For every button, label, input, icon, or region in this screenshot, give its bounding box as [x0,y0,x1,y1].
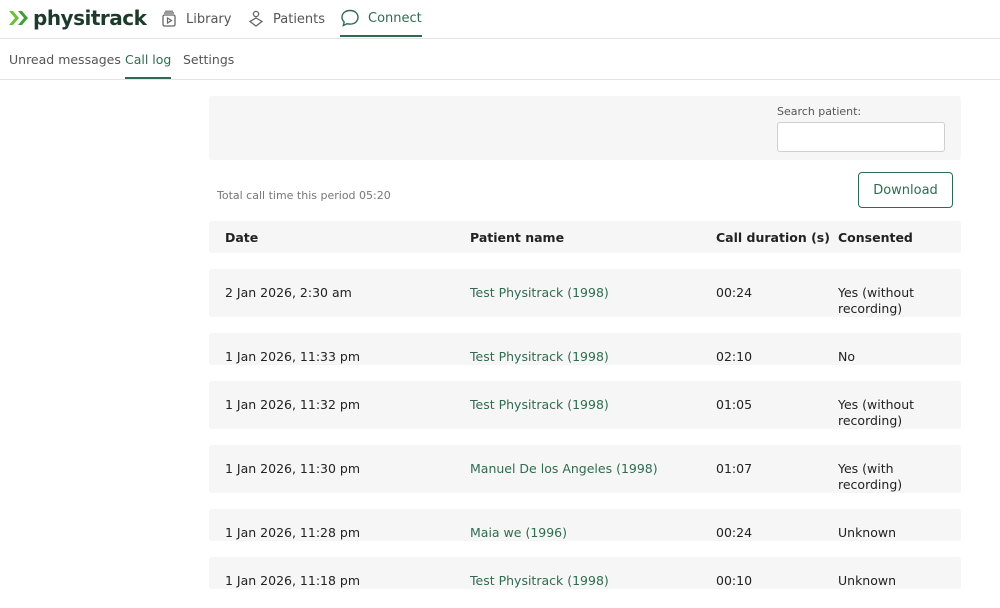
download-button[interactable]: Download [858,172,953,208]
patient-link[interactable]: Maia we (1996) [470,525,567,541]
library-icon [162,10,176,27]
call-duration: 00:24 [716,285,753,300]
table-row: 1 Jan 2026, 11:30 pm Manuel De los Angel… [209,445,961,493]
patient-link[interactable]: Test Physitrack (1998) [470,397,609,413]
patients-icon [248,10,264,27]
tab-unread-messages[interactable]: Unread messages [9,39,121,79]
total-call-time: Total call time this period 05:20 [217,189,391,202]
nav-patients[interactable]: Patients [247,0,325,38]
call-duration: 02:10 [716,349,753,364]
table-row: 1 Jan 2026, 11:18 pm Test Physitrack (19… [209,557,961,589]
call-date: 1 Jan 2026, 11:28 pm [225,525,361,540]
call-date: 1 Jan 2026, 11:32 pm [225,397,361,412]
search-patient-input[interactable] [777,122,945,152]
tab-settings[interactable]: Settings [183,39,234,79]
call-date: 1 Jan 2026, 11:18 pm [225,573,361,588]
call-duration: 01:05 [716,397,753,412]
header-date[interactable]: Date [225,230,258,246]
table-header-row: Date Patient name Call duration (s) Cons… [209,221,961,253]
patient-link[interactable]: Manuel De los Angeles (1998) [470,461,658,477]
brand-name: physitrack [33,6,147,30]
call-date: 1 Jan 2026, 11:30 pm [225,461,361,476]
search-panel: Search patient: [209,96,961,160]
consent-status: Unknown [838,573,897,588]
patient-link[interactable]: Test Physitrack (1998) [470,573,609,589]
header-patient-name[interactable]: Patient name [470,230,564,246]
nav-library[interactable]: Library [160,0,231,38]
nav-library-label: Library [186,11,232,27]
consent-status: Unknown [838,525,897,540]
physitrack-logo[interactable]: physitrack [8,5,147,31]
table-row: 1 Jan 2026, 11:32 pm Test Physitrack (19… [209,381,961,429]
consent-status: Yes (without recording) [838,285,915,316]
consent-status: Yes (with recording) [838,461,903,492]
search-patient-label: Search patient: [777,105,862,118]
top-navigation-bar: physitrack Library Patients Connect [0,0,1000,39]
consent-status: No [838,349,855,364]
table-row: 2 Jan 2026, 2:30 am Test Physitrack (199… [209,269,961,317]
table-row: 1 Jan 2026, 11:28 pm Maia we (1996) 00:2… [209,509,961,541]
call-duration: 01:07 [716,461,753,476]
nav-connect-label: Connect [368,10,422,26]
tab-call-log[interactable]: Call log [125,39,172,79]
chevrons-logo-icon [9,11,28,25]
nav-patients-label: Patients [273,11,326,27]
consent-status: Yes (without recording) [838,397,915,428]
patient-link[interactable]: Test Physitrack (1998) [470,285,609,301]
call-duration: 00:24 [716,525,753,540]
call-duration: 00:10 [716,573,753,588]
patient-link[interactable]: Test Physitrack (1998) [470,349,609,365]
call-date: 2 Jan 2026, 2:30 am [225,285,352,300]
header-consented[interactable]: Consented [838,230,948,246]
connect-subnav: Unread messages Call log Settings [0,39,1000,80]
header-call-duration[interactable]: Call duration (s) [716,230,830,246]
table-row: 1 Jan 2026, 11:33 pm Test Physitrack (19… [209,333,961,365]
chat-bubble-icon [341,9,359,27]
call-date: 1 Jan 2026, 11:33 pm [225,349,361,364]
nav-connect[interactable]: Connect [340,0,422,37]
